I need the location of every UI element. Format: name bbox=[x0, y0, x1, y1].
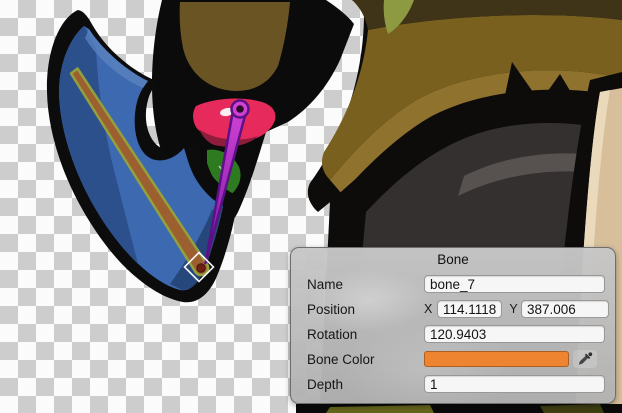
name-label: Name bbox=[291, 277, 424, 292]
editor-canvas[interactable]: Bone Name Position X Y Rotation Bone Col… bbox=[0, 0, 622, 413]
rotation-input[interactable] bbox=[424, 325, 605, 343]
depth-input[interactable] bbox=[424, 375, 605, 393]
eyedropper-button[interactable] bbox=[573, 350, 597, 368]
position-row: Position X Y bbox=[291, 300, 615, 318]
depth-label: Depth bbox=[291, 377, 424, 392]
eyedropper-icon bbox=[576, 351, 594, 367]
name-input[interactable] bbox=[424, 275, 605, 293]
rotation-label: Rotation bbox=[291, 327, 424, 342]
panel-title: Bone bbox=[291, 252, 615, 267]
bone-joint-dot bbox=[197, 264, 205, 272]
depth-row: Depth bbox=[291, 375, 615, 393]
position-y-label: Y bbox=[506, 302, 521, 316]
position-x-input[interactable] bbox=[437, 300, 502, 318]
bone-color-row: Bone Color bbox=[291, 350, 615, 368]
position-label: Position bbox=[291, 302, 424, 317]
position-y-input[interactable] bbox=[521, 300, 609, 318]
rotation-row: Rotation bbox=[291, 325, 615, 343]
bone-properties-panel: Bone Name Position X Y Rotation Bone Col… bbox=[290, 247, 616, 404]
bone-color-label: Bone Color bbox=[291, 352, 424, 367]
artwork-bottom-strip bbox=[296, 404, 622, 413]
position-x-label: X bbox=[424, 302, 437, 316]
bone-color-swatch[interactable] bbox=[424, 351, 569, 367]
name-row: Name bbox=[291, 275, 615, 293]
